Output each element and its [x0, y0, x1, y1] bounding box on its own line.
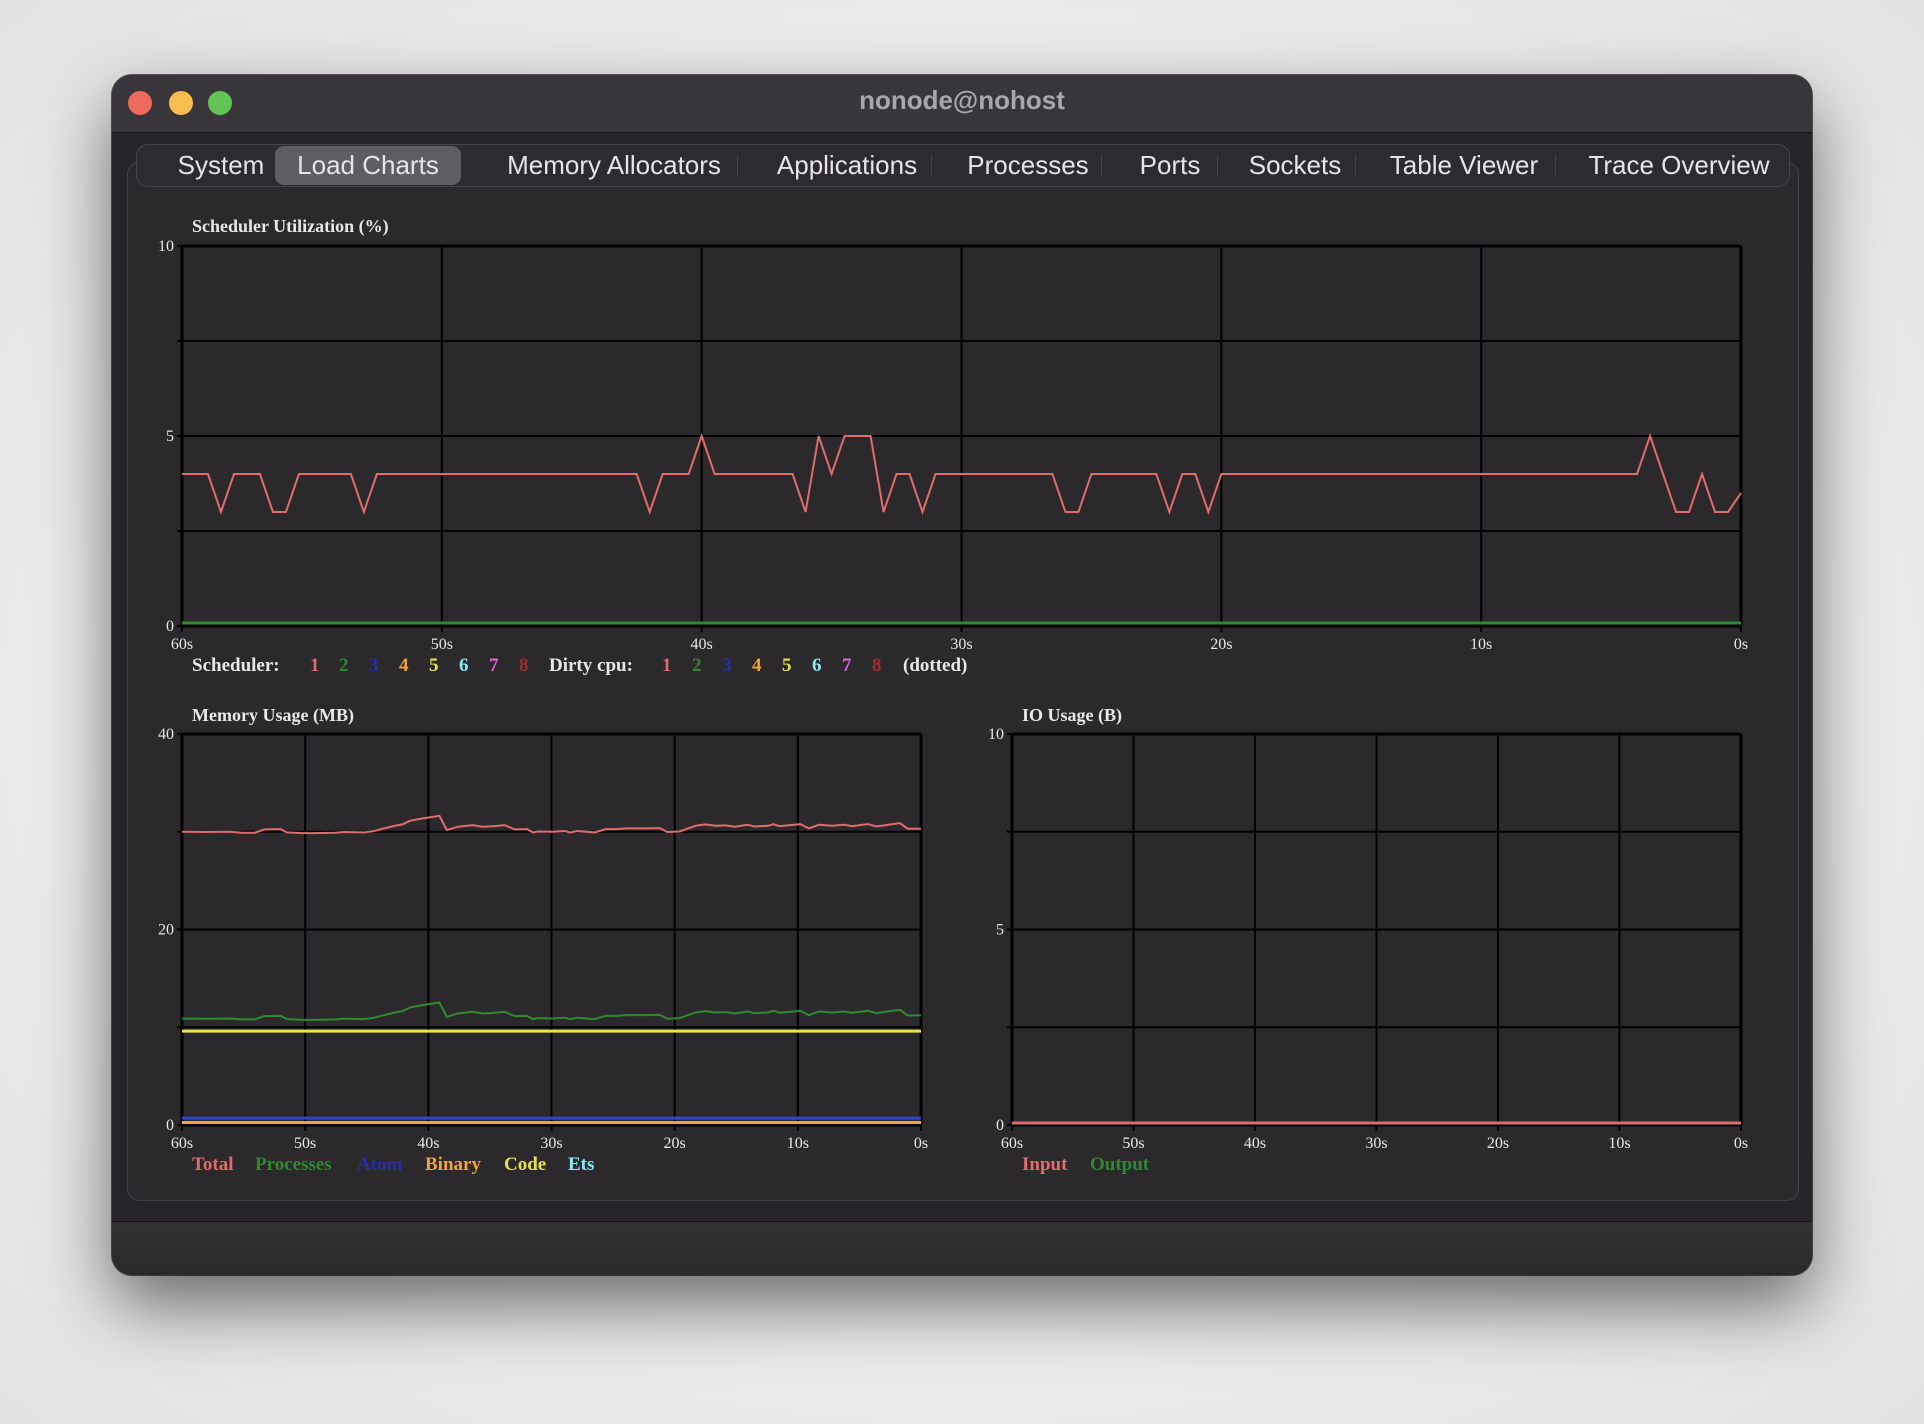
y-tick-label: 10 [988, 726, 1004, 743]
legend-dirty-cpu-6: 6 [812, 655, 822, 676]
legend-scheduler-8: 8 [519, 655, 529, 676]
y-tick-label: 10 [158, 238, 174, 255]
y-tick-label: 40 [158, 726, 174, 743]
legend-scheduler-label: Scheduler: [192, 655, 280, 676]
chart-title: Scheduler Utilization (%) [192, 216, 389, 237]
legend-scheduler-1: 1 [310, 655, 320, 676]
x-tick-label: 40s [417, 1135, 439, 1152]
legend-item-binary: Binary [425, 1154, 481, 1175]
legend-scheduler-2: 2 [339, 655, 349, 676]
legend-item-output: Output [1090, 1154, 1150, 1175]
legend-scheduler-3: 3 [369, 655, 379, 676]
legend-dirty-cpu-5: 5 [782, 655, 792, 676]
x-tick-label: 10s [1608, 1135, 1630, 1152]
x-tick-label: 10s [787, 1135, 809, 1152]
x-tick-label: 60s [171, 636, 193, 653]
memory-usage-chart: Memory Usage (MB) 60s 50s 40s 30s 20s 10s 0s 0 2… [158, 705, 928, 1175]
legend-dirty-cpu-2: 2 [692, 655, 702, 676]
legend-dirty-cpu-label: Dirty cpu: [549, 655, 633, 676]
x-tick-label: 30s [1365, 1135, 1387, 1152]
x-tick-label: 0s [1734, 636, 1748, 653]
legend-item-total: Total [192, 1154, 234, 1175]
x-tick-label: 0s [1734, 1135, 1748, 1152]
y-tick-label: 0 [166, 618, 174, 635]
x-tick-label: 0s [914, 1135, 928, 1152]
legend-item-code: Code [504, 1154, 546, 1175]
y-tick-label: 0 [996, 1117, 1004, 1134]
legend-dirty-cpu-1: 1 [662, 655, 672, 676]
x-tick-label: 10s [1470, 636, 1492, 653]
scheduler-legend: Scheduler: Dirty cpu: (dotted) 1 12 23 34 45… [192, 655, 967, 676]
y-tick-label: 0 [166, 1117, 174, 1134]
legend-item-atom: Atom [357, 1154, 403, 1175]
legend-item-processes: Processes [255, 1154, 332, 1175]
legend-item-input: Input [1022, 1154, 1068, 1175]
legend-dirty-cpu-8: 8 [872, 655, 882, 676]
x-tick-label: 60s [171, 1135, 193, 1152]
x-tick-label: 50s [294, 1135, 316, 1152]
x-tick-label: 30s [950, 636, 972, 653]
y-tick-label: 5 [996, 922, 1004, 939]
chart-title: Memory Usage (MB) [192, 705, 354, 726]
x-tick-label: 20s [1210, 636, 1232, 653]
x-tick-label: 60s [1001, 1135, 1023, 1152]
legend-dotted-label: (dotted) [903, 655, 967, 676]
x-tick-label: 30s [540, 1135, 562, 1152]
x-tick-label: 50s [1122, 1135, 1144, 1152]
legend-dirty-cpu-4: 4 [752, 655, 762, 676]
legend-dirty-cpu-3: 3 [722, 655, 732, 676]
y-tick-label: 5 [166, 428, 174, 445]
load-charts: Scheduler Utilization (%) 60s 50s 40s 30s 20… [158, 216, 1748, 1175]
legend-dirty-cpu-7: 7 [842, 655, 852, 676]
x-tick-label: 20s [1487, 1135, 1509, 1152]
io-usage-chart: IO Usage (B) 60s 50s 40s 30s 20s 10s 0s 0 5 10 In… [988, 705, 1748, 1175]
x-tick-label: 20s [664, 1135, 686, 1152]
scheduler-utilization-chart: Scheduler Utilization (%) 60s 50s 40s 30s 20… [158, 216, 1748, 676]
legend-scheduler-4: 4 [399, 655, 409, 676]
chart-title: IO Usage (B) [1022, 705, 1122, 726]
x-tick-label: 40s [691, 636, 713, 653]
x-tick-label: 40s [1244, 1135, 1266, 1152]
x-tick-label: 50s [431, 636, 453, 653]
legend-scheduler-6: 6 [459, 655, 469, 676]
legend-scheduler-5: 5 [429, 655, 439, 676]
legend-scheduler-7: 7 [489, 655, 499, 676]
y-tick-label: 20 [158, 922, 174, 939]
legend-item-ets: Ets [568, 1154, 594, 1175]
